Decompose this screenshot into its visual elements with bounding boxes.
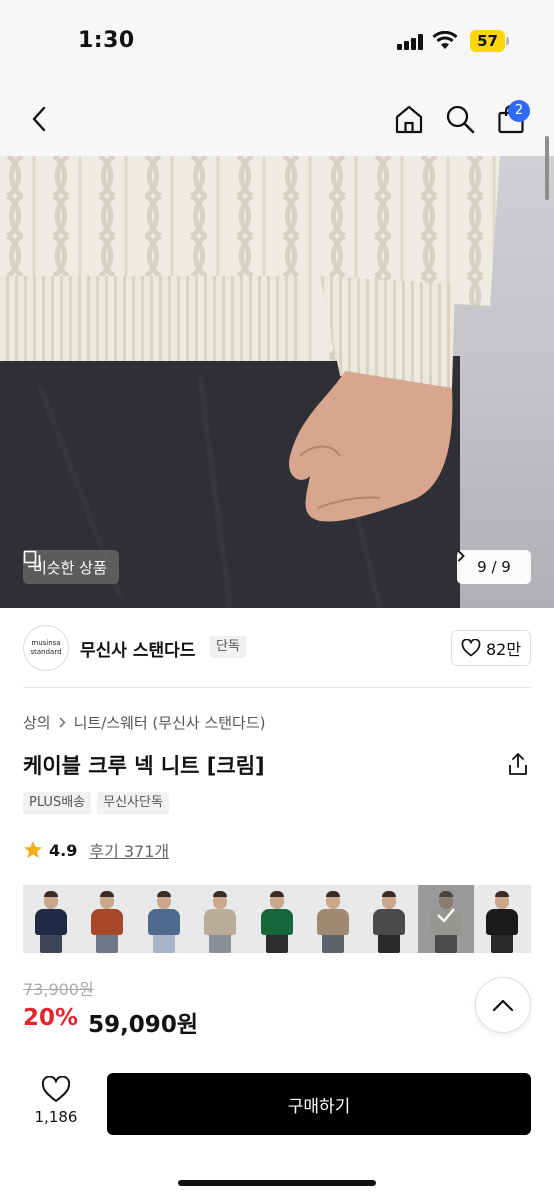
battery-icon: 57 bbox=[470, 30, 510, 52]
image-counter: 9 / 9 bbox=[477, 558, 511, 576]
copy-icon bbox=[23, 550, 41, 568]
divider bbox=[23, 687, 531, 688]
home-button[interactable] bbox=[392, 102, 426, 136]
color-swatch-slate-blue[interactable] bbox=[135, 885, 193, 953]
breadcrumb-item[interactable]: 상의 bbox=[23, 712, 51, 733]
bottom-action-bar: 1,186 구매하기 bbox=[0, 1056, 554, 1200]
chevron-right-icon bbox=[457, 550, 465, 562]
price-row: 20% 59,090원 bbox=[23, 1005, 198, 1039]
wishlist-button[interactable]: 1,186 bbox=[30, 1074, 82, 1134]
color-swatches bbox=[23, 885, 531, 953]
check-icon bbox=[436, 908, 455, 923]
image-counter-button[interactable]: 9 / 9 bbox=[457, 550, 531, 584]
home-indicator bbox=[178, 1180, 376, 1186]
brand-name[interactable]: 무신사 스탠다드 bbox=[80, 636, 195, 661]
product-photo bbox=[0, 156, 500, 608]
product-tags: PLUS배송 무신사단독 bbox=[23, 792, 169, 814]
color-swatch-beige[interactable] bbox=[304, 885, 362, 953]
chevron-right-icon bbox=[59, 717, 66, 728]
heart-icon bbox=[41, 1075, 71, 1102]
breadcrumb: 상의 니트/스웨터 (무신사 스탠다드) bbox=[23, 712, 266, 733]
color-swatch-green[interactable] bbox=[248, 885, 305, 953]
discount-rate: 20% bbox=[23, 1005, 79, 1031]
color-swatch-oatmeal[interactable] bbox=[192, 885, 249, 953]
chevron-up-icon bbox=[492, 999, 514, 1012]
similar-products-button[interactable]: 비슷한 상품 bbox=[23, 550, 119, 584]
wishlist-count: 1,186 bbox=[34, 1108, 78, 1126]
home-icon bbox=[395, 105, 423, 134]
product-tag: PLUS배송 bbox=[23, 792, 92, 814]
product-tag: 무신사단독 bbox=[97, 792, 169, 814]
brand-like-count: 82만 bbox=[485, 640, 522, 659]
status-bar: 1:30 57 bbox=[0, 0, 554, 80]
color-swatch-black[interactable] bbox=[474, 885, 531, 953]
search-icon bbox=[446, 105, 475, 134]
buy-button[interactable]: 구매하기 bbox=[107, 1073, 531, 1135]
similar-products-label: 비슷한 상품 bbox=[33, 558, 107, 577]
color-swatch-navy[interactable] bbox=[23, 885, 80, 953]
star-icon bbox=[24, 841, 42, 858]
brand-like-button[interactable]: 82만 bbox=[451, 630, 531, 666]
exclusive-badge: 단독 bbox=[210, 636, 246, 658]
brand-logo[interactable]: musinsa standard bbox=[23, 625, 69, 671]
status-time: 1:30 bbox=[78, 28, 135, 53]
wifi-icon bbox=[432, 31, 458, 49]
rating-row: 4.9 후기 371개 bbox=[23, 838, 169, 862]
scrollbar[interactable] bbox=[545, 136, 549, 200]
share-button[interactable] bbox=[507, 752, 529, 780]
breadcrumb-item[interactable]: 니트/스웨터 (무신사 스탠다드) bbox=[74, 712, 266, 733]
rating-score: 4.9 bbox=[49, 840, 78, 860]
share-icon bbox=[509, 753, 527, 775]
original-price: 73,900원 bbox=[23, 980, 94, 999]
app-header bbox=[0, 80, 554, 156]
scroll-to-top-button[interactable] bbox=[475, 977, 531, 1033]
back-button[interactable] bbox=[22, 102, 56, 136]
product-title: 케이블 크루 넥 니트 [크림] bbox=[23, 754, 265, 778]
heart-icon bbox=[461, 639, 481, 657]
cellular-signal-icon bbox=[397, 34, 423, 50]
brand-logo-line1: musinsa bbox=[31, 639, 61, 647]
brand-logo-line2: standard bbox=[30, 648, 62, 656]
brand-row: musinsa standard 무신사 스탠다드 단독 82만 bbox=[0, 608, 554, 688]
color-swatch-brick[interactable] bbox=[79, 885, 136, 953]
reviews-link[interactable]: 후기 371개 bbox=[89, 838, 169, 862]
color-swatch-charcoal[interactable] bbox=[361, 885, 418, 953]
sale-price: 59,090원 bbox=[88, 1012, 198, 1038]
battery-level: 57 bbox=[470, 30, 505, 52]
color-swatch-cream[interactable] bbox=[417, 885, 475, 953]
chevron-left-icon bbox=[32, 106, 46, 132]
product-image[interactable]: 비슷한 상품 9 / 9 bbox=[0, 156, 554, 608]
product-title-row: 케이블 크루 넥 니트 [크림] bbox=[23, 750, 531, 782]
search-button[interactable] bbox=[443, 102, 477, 136]
cart-count-badge: 2 bbox=[508, 100, 530, 122]
